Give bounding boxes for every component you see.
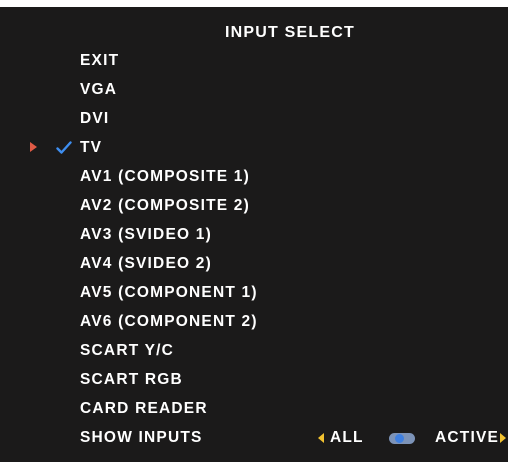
menu-item-label: VGA	[80, 81, 118, 98]
menu-item-label: DVI	[80, 110, 110, 127]
checkmark-icon	[56, 141, 72, 154]
menu-item-label: TV	[80, 139, 103, 156]
toggle-knob	[395, 434, 404, 443]
menu-item-label: AV4 (SVIDEO 2)	[80, 255, 212, 272]
menu-item-label: AV2 (COMPOSITE 2)	[80, 197, 250, 214]
menu-item-av4[interactable]: AV4 (SVIDEO 2)	[0, 254, 508, 283]
menu-item-label: SCART RGB	[80, 371, 183, 388]
menu-item-show-inputs[interactable]: SHOW INPUTS ALL ACTIVE	[0, 428, 508, 457]
show-inputs-option-all[interactable]: ALL	[330, 428, 364, 447]
input-select-osd: INPUT SELECT EXIT VGA DVI TV AV1 (COMPOS…	[0, 7, 508, 462]
show-inputs-label: SHOW INPUTS	[80, 429, 203, 446]
menu-item-label: SCART Y/C	[80, 342, 175, 359]
menu-item-dvi[interactable]: DVI	[0, 109, 508, 138]
selection-pointer-icon	[30, 142, 37, 152]
menu-item-av2[interactable]: AV2 (COMPOSITE 2)	[0, 196, 508, 225]
menu-item-label: AV3 (SVIDEO 1)	[80, 226, 212, 243]
menu-item-label: EXIT	[80, 52, 120, 69]
menu-item-scart-yc[interactable]: SCART Y/C	[0, 341, 508, 370]
menu-item-av1[interactable]: AV1 (COMPOSITE 1)	[0, 167, 508, 196]
menu-item-vga[interactable]: VGA	[0, 80, 508, 109]
menu-item-av6[interactable]: AV6 (COMPONENT 2)	[0, 312, 508, 341]
input-list: EXIT VGA DVI TV AV1 (COMPOSITE 1) AV2 (C…	[0, 51, 508, 457]
menu-item-label: AV5 (COMPONENT 1)	[80, 284, 258, 301]
left-arrow-icon[interactable]	[318, 433, 324, 443]
menu-title: INPUT SELECT	[225, 24, 355, 41]
menu-item-card-reader[interactable]: CARD READER	[0, 399, 508, 428]
show-inputs-option-active[interactable]: ACTIVE	[435, 428, 499, 447]
toggle-switch-icon[interactable]	[389, 433, 415, 444]
menu-item-exit[interactable]: EXIT	[0, 51, 508, 80]
menu-item-tv[interactable]: TV	[0, 138, 508, 167]
menu-item-av5[interactable]: AV5 (COMPONENT 1)	[0, 283, 508, 312]
menu-item-label: AV6 (COMPONENT 2)	[80, 313, 258, 330]
menu-item-label: AV1 (COMPOSITE 1)	[80, 168, 250, 185]
menu-item-label: CARD READER	[80, 400, 208, 417]
right-arrow-icon[interactable]	[500, 433, 506, 443]
menu-item-av3[interactable]: AV3 (SVIDEO 1)	[0, 225, 508, 254]
menu-item-scart-rgb[interactable]: SCART RGB	[0, 370, 508, 399]
